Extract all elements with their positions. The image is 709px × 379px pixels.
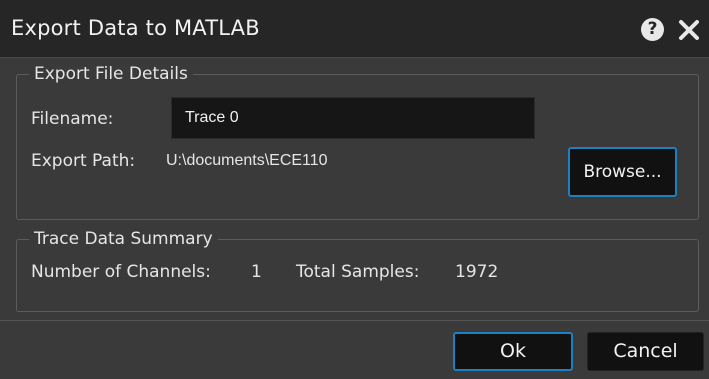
dialog-title: Export Data to MATLAB bbox=[11, 16, 260, 40]
export-path-value: U:\documents\ECE110 bbox=[166, 152, 328, 169]
samples-label: Total Samples: bbox=[296, 262, 420, 282]
ok-button[interactable]: Ok bbox=[453, 332, 573, 371]
channels-label: Number of Channels: bbox=[31, 262, 211, 282]
help-icon[interactable]: ? bbox=[641, 18, 664, 41]
close-icon[interactable] bbox=[677, 18, 701, 42]
trace-data-summary-legend: Trace Data Summary bbox=[34, 229, 213, 249]
export-path-label: Export Path: bbox=[31, 151, 136, 171]
filename-label: Filename: bbox=[31, 109, 114, 129]
cancel-button[interactable]: Cancel bbox=[587, 332, 704, 371]
dialog-titlebar: Export Data to MATLAB ? bbox=[0, 0, 709, 58]
export-file-details-legend: Export File Details bbox=[34, 64, 188, 84]
filename-input[interactable]: Trace 0 bbox=[171, 97, 535, 139]
channels-value: 1 bbox=[251, 262, 262, 282]
samples-value: 1972 bbox=[455, 262, 499, 282]
browse-button[interactable]: Browse... bbox=[568, 147, 677, 197]
